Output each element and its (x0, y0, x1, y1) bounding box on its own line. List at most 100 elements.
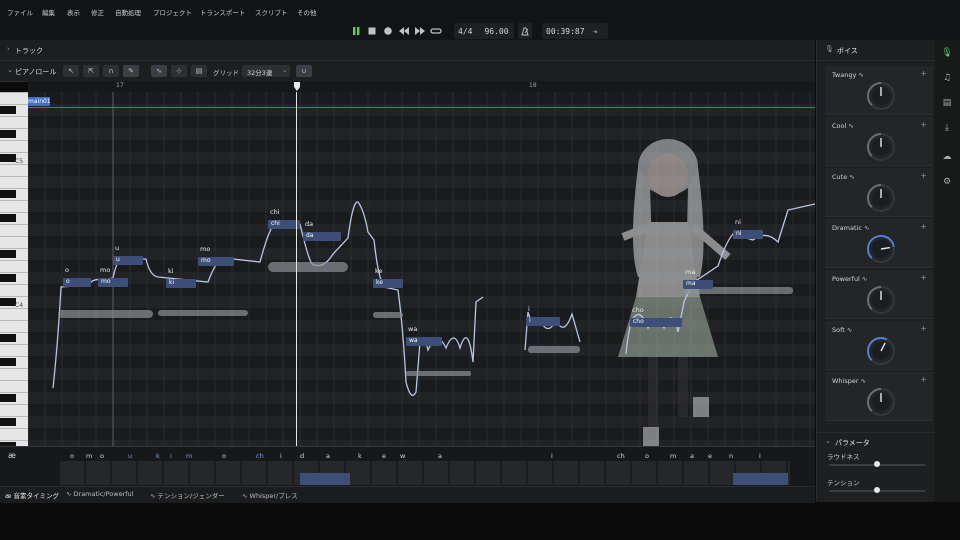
music-note-icon[interactable]: ♫ (940, 71, 954, 85)
lyric-text[interactable]: mo (200, 245, 210, 253)
phoneme[interactable]: a (326, 452, 330, 460)
phoneme[interactable]: i (551, 452, 553, 460)
multi-select-tool-icon[interactable]: ⇱ (83, 65, 99, 77)
black-key[interactable] (0, 106, 16, 114)
voice-knob[interactable] (865, 182, 897, 214)
select-tool-icon[interactable]: ↖ (63, 65, 79, 77)
phoneme[interactable]: k (358, 452, 362, 460)
black-key[interactable] (0, 298, 16, 306)
add-icon[interactable]: + (920, 324, 927, 333)
add-icon[interactable]: + (920, 69, 927, 78)
add-icon[interactable]: + (920, 171, 927, 180)
phoneme[interactable]: o (222, 452, 226, 460)
phoneme[interactable]: m (186, 452, 192, 460)
black-key[interactable] (0, 250, 16, 258)
phoneme[interactable]: m (86, 452, 92, 460)
add-icon[interactable]: + (920, 222, 927, 231)
lyric-text[interactable]: cho (632, 306, 644, 314)
voice-knob[interactable] (865, 335, 897, 367)
phoneme[interactable]: a (438, 452, 442, 460)
metronome-icon[interactable] (518, 23, 532, 39)
gear-icon[interactable]: ⚙ (940, 175, 954, 189)
tempo-box[interactable]: 4/4 96.00 (454, 23, 514, 39)
phoneme[interactable]: k (156, 452, 160, 460)
tension-slider[interactable] (829, 487, 925, 493)
tempo-value[interactable]: 96.00 (484, 27, 508, 36)
pause-button[interactable] (349, 24, 363, 38)
note[interactable]: mo (198, 257, 234, 266)
tab-dramatic-powerful[interactable]: ∿ Dramatic/Powerful (66, 490, 133, 498)
chevron-right-icon[interactable]: › (7, 45, 10, 53)
phoneme[interactable]: w (400, 452, 405, 460)
add-icon[interactable]: + (920, 120, 927, 129)
menu-edit[interactable]: 編集 (42, 7, 55, 17)
lyric-text[interactable]: chi (270, 208, 280, 216)
align-icon[interactable]: ⊹ (171, 65, 187, 77)
black-key[interactable] (0, 394, 16, 402)
black-key[interactable] (0, 154, 16, 162)
phoneme[interactable]: u (128, 452, 132, 460)
note[interactable]: ki (166, 279, 196, 288)
phoneme[interactable]: ch (617, 452, 625, 460)
menu-view[interactable]: 表示 (67, 7, 80, 17)
voice-knob[interactable] (865, 386, 897, 418)
phoneme[interactable]: o (100, 452, 104, 460)
pencil-tool-icon[interactable]: ✎ (123, 65, 139, 77)
black-key[interactable] (0, 358, 16, 366)
pitch-curve-icon[interactable]: ∿ (151, 65, 167, 77)
fast-forward-button[interactable] (413, 24, 427, 38)
phoneme[interactable]: o (645, 452, 649, 460)
snap-icon[interactable]: ⇥ (593, 27, 598, 36)
black-key[interactable] (0, 418, 16, 426)
tab-tension-gender[interactable]: ∿ テンション/ジェンダー (150, 490, 225, 500)
menu-transport[interactable]: トランスポート (200, 7, 245, 17)
view-icon[interactable]: ▤ (191, 65, 207, 77)
voice-knob[interactable] (865, 284, 897, 316)
black-key[interactable] (0, 130, 16, 138)
loop-button[interactable] (429, 24, 443, 38)
menu-project[interactable]: プロジェクト (153, 7, 192, 17)
note[interactable]: wa (406, 337, 442, 346)
add-icon[interactable]: + (920, 375, 927, 384)
document-icon[interactable]: ▤ (940, 96, 954, 110)
tab-phoneme-timing[interactable]: æ 音素タイミング (5, 490, 59, 500)
lyric-text[interactable]: ki (168, 267, 174, 275)
phoneme[interactable]: e (382, 452, 386, 460)
piano-keyboard[interactable]: C5 C4 (0, 92, 28, 446)
note[interactable]: o (63, 278, 91, 287)
note[interactable]: ni (733, 230, 763, 239)
phoneme[interactable]: i (170, 452, 172, 460)
lyric-text[interactable]: i (528, 305, 530, 313)
black-key[interactable] (0, 214, 16, 222)
note[interactable]: ke (373, 279, 403, 288)
slider-thumb[interactable] (874, 487, 880, 493)
piano-roll-grid[interactable]: main01 o o mo mo u u ki ki mo mo chi chi da da ke ke wa w… (28, 92, 815, 446)
curve-tool-icon[interactable]: ∩ (103, 65, 119, 77)
stop-button[interactable] (365, 24, 379, 38)
loudness-slider[interactable] (829, 461, 925, 467)
phoneme[interactable]: m (670, 452, 676, 460)
phoneme[interactable]: e (708, 452, 712, 460)
voice-knob[interactable] (865, 80, 897, 112)
chevron-down-icon[interactable]: ⌄ (7, 66, 13, 74)
voice-knob[interactable] (865, 233, 897, 265)
phoneme-lane[interactable]: æ o m o u k i m o ch i d a k e w a i ch o m a e n i (0, 446, 815, 487)
menu-script[interactable]: スクリプト (255, 7, 288, 17)
slider-thumb[interactable] (874, 461, 880, 467)
phoneme[interactable]: a (690, 452, 694, 460)
mic-icon[interactable]: 🎙︎ (940, 46, 954, 60)
magnet-icon[interactable]: ∪ (296, 65, 312, 77)
lyric-text[interactable]: da (305, 220, 313, 228)
tab-whisper-breath[interactable]: ∿ Whisper/ブレス (242, 490, 298, 500)
voice-knob[interactable] (865, 131, 897, 163)
phoneme[interactable]: d (300, 452, 304, 460)
record-button[interactable] (381, 24, 395, 38)
note[interactable]: ma (683, 280, 713, 289)
cloud-icon[interactable]: ☁ (940, 150, 954, 164)
menu-file[interactable]: ファイル (7, 7, 33, 17)
note[interactable]: i (526, 317, 560, 326)
lyric-text[interactable]: ni (735, 218, 741, 226)
note[interactable]: u (113, 256, 143, 265)
lyric-text[interactable]: ma (685, 268, 695, 276)
time-signature[interactable]: 4/4 (458, 27, 472, 36)
